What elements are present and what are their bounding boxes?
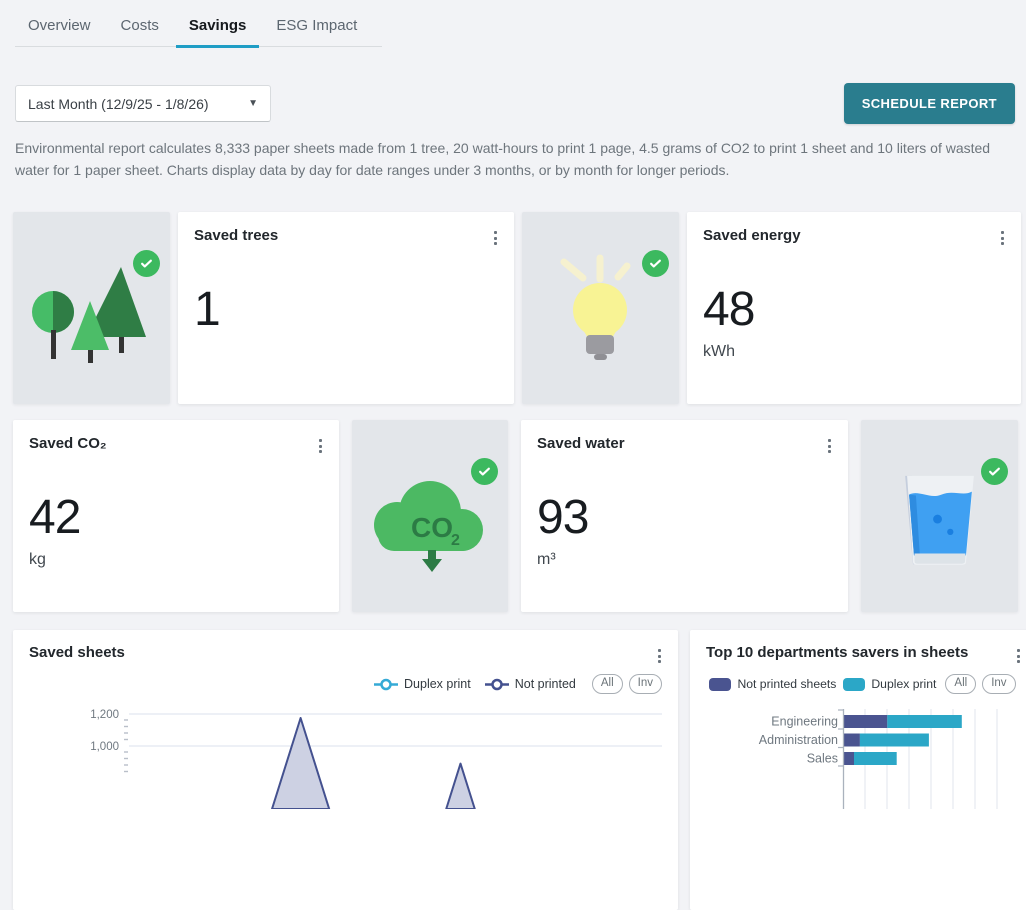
saved-sheets-chart-card: Saved sheets Duplex print Not printed Al… xyxy=(13,630,678,910)
card-menu-button[interactable] xyxy=(655,646,664,666)
sheets-plot: 1,200 1,000 xyxy=(29,699,662,809)
co2-cloud-icon: CO 2 xyxy=(352,420,508,612)
report-description: Environmental report calculates 8,333 pa… xyxy=(15,138,996,181)
category-engineering: Engineering xyxy=(771,715,838,729)
card-menu-button[interactable] xyxy=(316,436,325,456)
card-menu-button[interactable] xyxy=(998,228,1007,248)
saved-water-illustration-tile xyxy=(861,420,1018,612)
card-title: Saved energy xyxy=(703,227,1005,244)
legend-label: Not printed sheets xyxy=(737,677,836,691)
svg-text:CO: CO xyxy=(411,512,453,543)
legend-label: Duplex print xyxy=(404,677,471,691)
swatch-icon xyxy=(709,678,731,691)
card-title: Saved water xyxy=(537,435,832,452)
charts-row: Saved sheets Duplex print Not printed Al… xyxy=(13,630,1019,910)
departments-plot: Engineering Administration Sales xyxy=(690,699,1019,809)
select-all-series-button[interactable]: All xyxy=(945,674,976,694)
sheets-series xyxy=(272,718,475,809)
saved-co2-value: 42 xyxy=(29,494,323,542)
svg-text:2: 2 xyxy=(451,532,460,549)
lightbulb-icon xyxy=(522,212,679,404)
tab-overview[interactable]: Overview xyxy=(15,8,104,48)
tab-savings[interactable]: Savings xyxy=(176,8,260,48)
chart-title: Saved sheets xyxy=(29,644,125,661)
saved-energy-unit: kWh xyxy=(703,343,1005,361)
card-menu-button[interactable] xyxy=(1014,646,1023,666)
card-title: Saved trees xyxy=(194,227,498,244)
saved-co2-illustration-tile: CO 2 xyxy=(352,420,508,612)
category-sales: Sales xyxy=(807,752,838,766)
chevron-down-icon: ▼ xyxy=(248,98,258,109)
card-menu-button[interactable] xyxy=(491,228,500,248)
tab-bar: Overview Costs Savings ESG Impact xyxy=(0,0,1026,47)
metrics-row-2: Saved CO₂ 42 kg CO 2 Saved water 93 m³ xyxy=(13,420,1018,612)
tab-costs[interactable]: Costs xyxy=(108,8,172,48)
saved-co2-unit: kg xyxy=(29,551,323,569)
date-range-select[interactable]: Last Month (12/9/25 - 1/8/26) ▼ xyxy=(15,85,271,122)
water-glass-icon xyxy=(861,420,1018,608)
select-all-series-button[interactable]: All xyxy=(592,674,623,694)
trees-icon xyxy=(13,212,170,404)
saved-trees-card: Saved trees 1 xyxy=(178,212,514,404)
saved-trees-illustration-tile xyxy=(13,212,170,404)
legend-duplex-print[interactable]: Duplex print xyxy=(374,677,471,691)
schedule-report-button[interactable]: SCHEDULE REPORT xyxy=(844,83,1015,124)
legend-not-printed-sheets[interactable]: Not printed sheets xyxy=(709,677,836,691)
card-menu-button[interactable] xyxy=(825,436,834,456)
departments-bars xyxy=(844,715,962,765)
metrics-row-1: Saved trees 1 Saved energy 48 kWh xyxy=(13,212,1021,404)
legend-label: Duplex print xyxy=(871,677,936,691)
invert-series-button[interactable]: Inv xyxy=(629,674,662,694)
date-range-value: Last Month (12/9/25 - 1/8/26) xyxy=(28,96,209,112)
saved-water-value: 93 xyxy=(537,494,832,542)
tab-esg-impact[interactable]: ESG Impact xyxy=(263,8,370,48)
legend-label: Not printed xyxy=(515,677,576,691)
saved-co2-card: Saved CO₂ 42 kg xyxy=(13,420,339,612)
saved-trees-value: 1 xyxy=(194,286,498,334)
saved-energy-card: Saved energy 48 kWh xyxy=(687,212,1021,404)
saved-water-card: Saved water 93 m³ xyxy=(521,420,848,612)
saved-water-unit: m³ xyxy=(537,551,832,569)
swatch-icon xyxy=(843,678,865,691)
legend-duplex-print[interactable]: Duplex print xyxy=(843,677,936,691)
saved-energy-value: 48 xyxy=(703,286,1005,334)
card-title: Saved CO₂ xyxy=(29,435,323,452)
departments-chart-card: Top 10 departments savers in sheets Not … xyxy=(690,630,1026,910)
y-tick-1000: 1,000 xyxy=(90,741,119,753)
legend-not-printed[interactable]: Not printed xyxy=(485,677,576,691)
category-administration: Administration xyxy=(759,733,838,747)
invert-series-button[interactable]: Inv xyxy=(982,674,1015,694)
y-tick-1200: 1,200 xyxy=(90,709,119,721)
chart-title: Top 10 departments savers in sheets xyxy=(706,644,968,661)
line-marker-icon xyxy=(374,678,398,691)
toolbar: Last Month (12/9/25 - 1/8/26) ▼ SCHEDULE… xyxy=(15,83,1015,124)
line-marker-icon xyxy=(485,678,509,691)
saved-energy-illustration-tile xyxy=(522,212,679,404)
